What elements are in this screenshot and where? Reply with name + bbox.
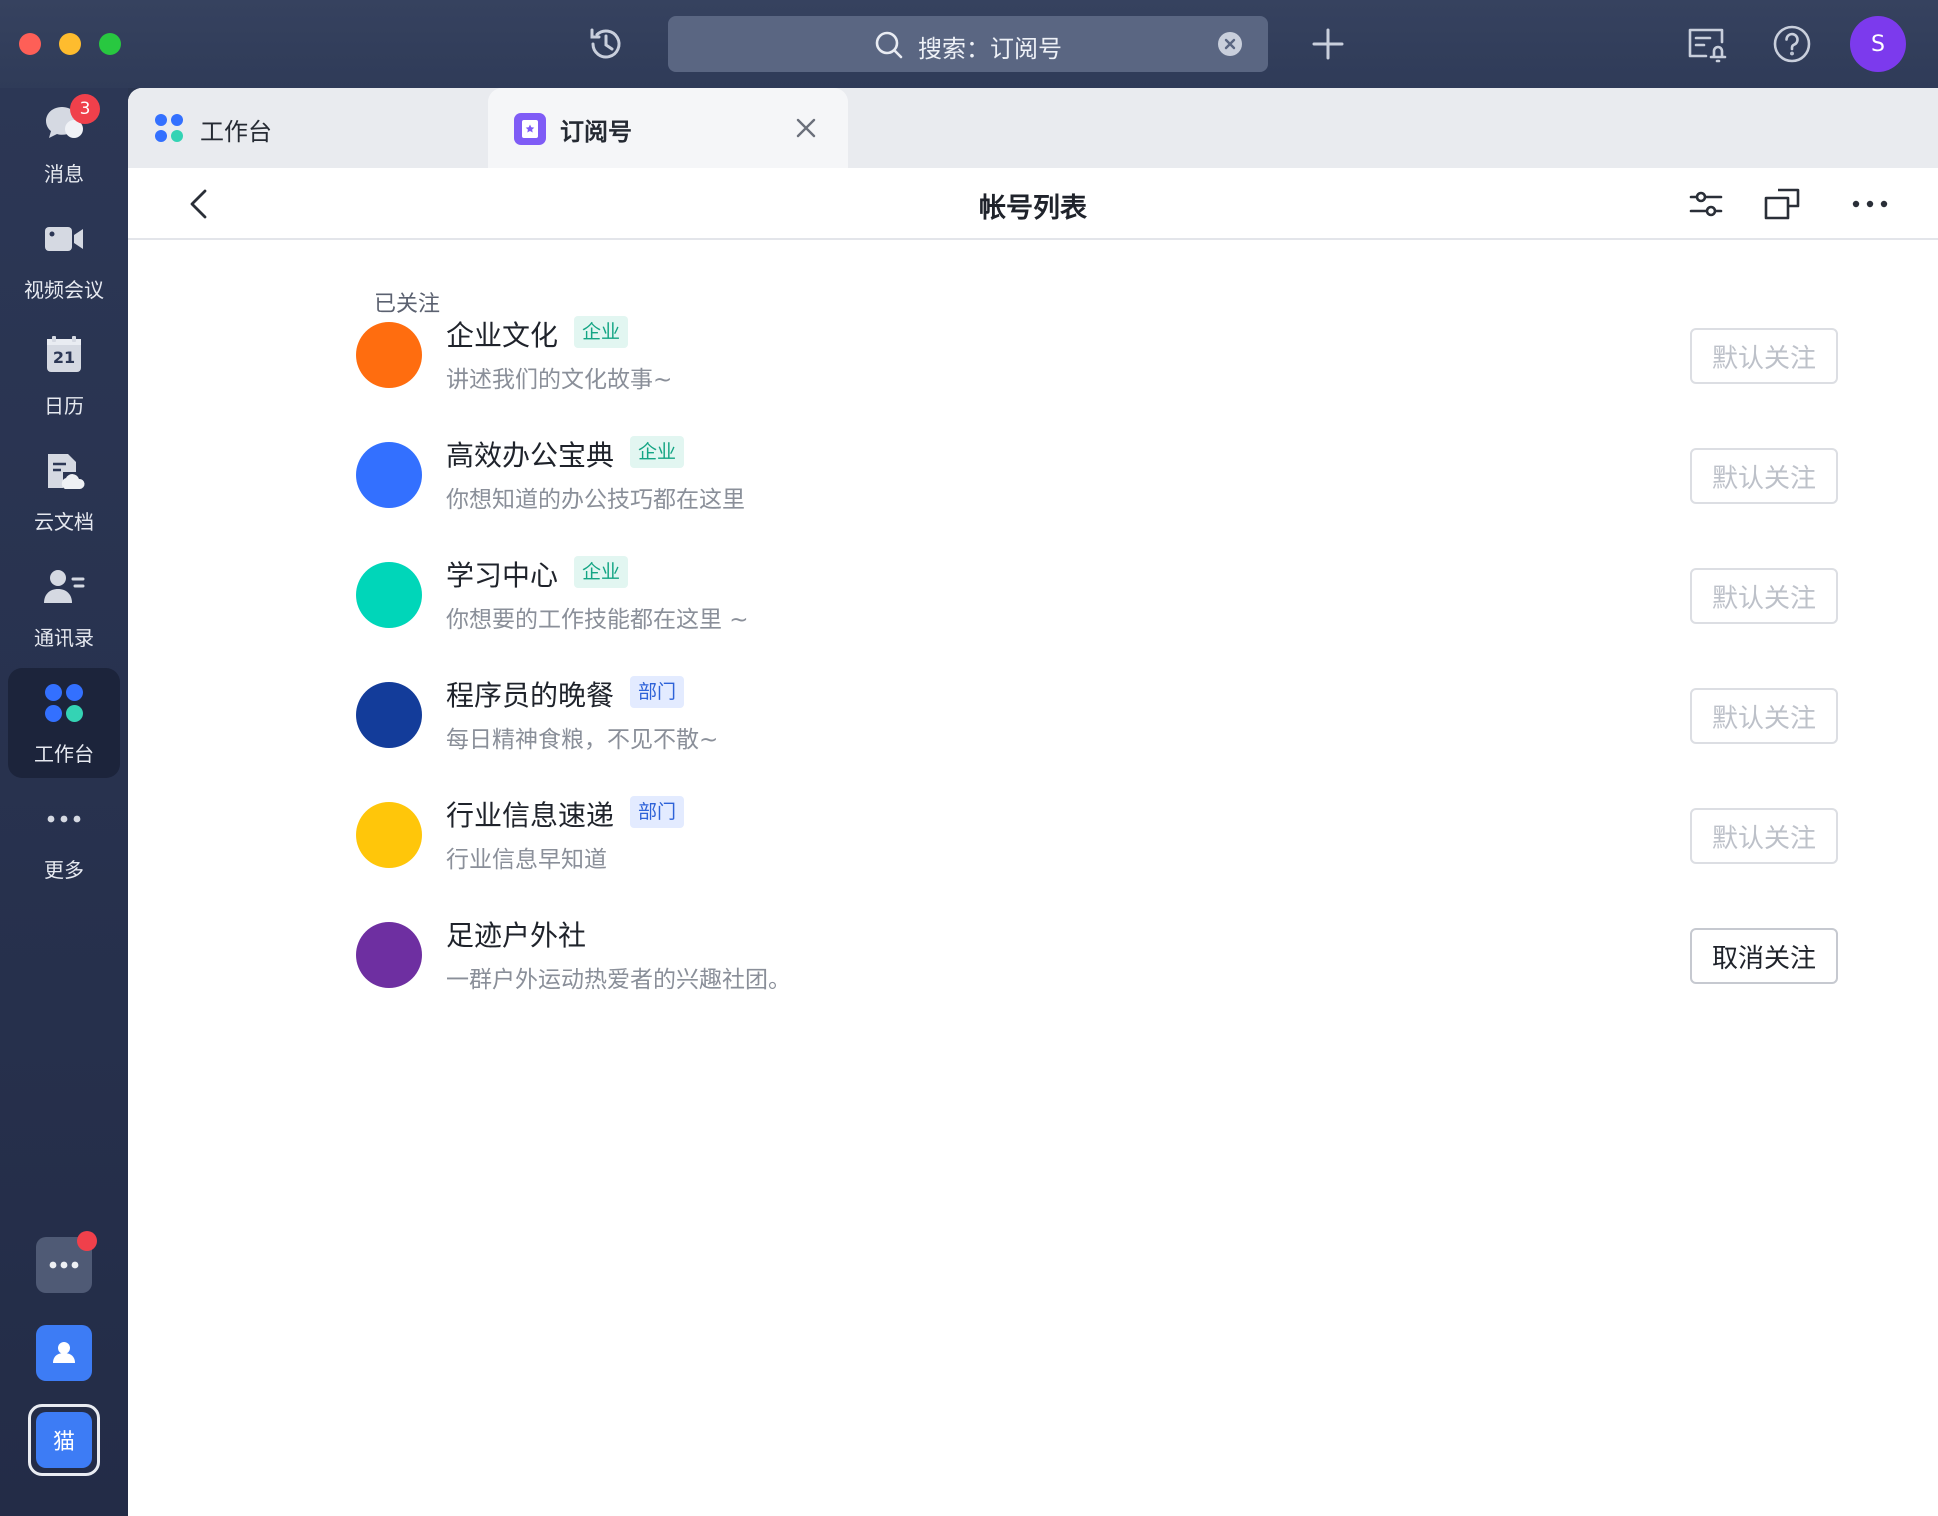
workplace-icon xyxy=(43,682,85,724)
default-follow-button[interactable]: 默认关注 xyxy=(1690,448,1838,504)
list-item[interactable]: 程序员的晚餐 部门每日精神食粮，不见不散~ 默认关注 xyxy=(356,662,1838,758)
tab-bar: 工作台 订阅号 xyxy=(128,88,1938,168)
more-icon[interactable] xyxy=(1850,184,1890,224)
more-horizontal-icon xyxy=(43,798,85,840)
tab-label: 工作台 xyxy=(200,118,272,146)
tab-label: 订阅号 xyxy=(560,118,632,146)
title-bar: 搜索：订阅号 S xyxy=(0,0,1938,88)
account-avatar[interactable] xyxy=(356,802,422,868)
main-window: 工作台 订阅号 帐号列表 已关注 企业文化 企业 讲述我们的文化故事~ 默认关注… xyxy=(128,88,1938,1516)
account-description: 你想要的工作技能都在这里 ~ xyxy=(446,607,749,633)
sidebar-item-workplace[interactable]: 工作台 xyxy=(8,668,120,778)
account-description: 你想知道的办公技巧都在这里 xyxy=(446,487,745,513)
sidebar-item-contacts[interactable]: 通讯录 xyxy=(8,552,120,662)
sidebar-item-label: 消息 xyxy=(44,162,84,186)
list-item[interactable]: 高效办公宝典 企业你想知道的办公技巧都在这里 默认关注 xyxy=(356,422,1838,518)
sidebar-item-label: 日历 xyxy=(44,394,84,418)
account-name[interactable]: 行业信息速递 xyxy=(446,794,614,834)
list-item[interactable]: 学习中心 企业你想要的工作技能都在这里 ~ 默认关注 xyxy=(356,542,1838,638)
window-close-button[interactable] xyxy=(19,33,41,55)
list-item[interactable]: 行业信息速递 部门 行业信息早知道 默认关注 xyxy=(356,782,1838,878)
calendar-date: 21 xyxy=(52,348,76,367)
default-follow-button[interactable]: 默认关注 xyxy=(1690,328,1838,384)
sidebar-item-label: 云文档 xyxy=(34,510,94,534)
account-name[interactable]: 学习中心 xyxy=(446,554,558,594)
account-list-panel: 已关注 企业文化 企业 讲述我们的文化故事~ 默认关注 高效办公宝典 企业 你想知道的办公技… xyxy=(128,240,1938,1516)
workplace-icon xyxy=(154,113,184,143)
default-follow-button[interactable]: 默认关注 xyxy=(1690,688,1838,744)
unread-badge: 3 xyxy=(70,94,100,124)
help-icon[interactable] xyxy=(1770,22,1814,66)
announcement-icon[interactable] xyxy=(1684,22,1728,66)
person-icon xyxy=(53,1342,75,1363)
account-name[interactable]: 足迹户外社 xyxy=(446,914,586,954)
profile-app-button[interactable] xyxy=(36,1325,92,1381)
video-camera-icon xyxy=(43,218,85,260)
account-description: 行业信息早知道 xyxy=(446,847,607,873)
page-toolbar: 帐号列表 xyxy=(128,168,1938,240)
search-query[interactable]: 搜索：订阅号 xyxy=(918,29,1062,64)
sidebar-item-cloud-docs[interactable]: 云文档 xyxy=(8,436,120,546)
account-description: 一群户外运动热爱者的兴趣社团。 xyxy=(446,967,791,993)
sidebar-item-video-meeting[interactable]: 视频会议 xyxy=(8,204,120,314)
app-tile-mao[interactable]: 猫 xyxy=(36,1412,92,1468)
page-title: 帐号列表 xyxy=(979,193,1087,224)
account-avatar[interactable] xyxy=(356,322,422,388)
contacts-icon xyxy=(43,566,85,608)
account-avatar[interactable] xyxy=(356,922,422,988)
account-type-badge: 企业 xyxy=(630,436,685,468)
default-follow-button[interactable]: 默认关注 xyxy=(1690,568,1838,624)
window-minimize-button[interactable] xyxy=(59,33,81,55)
sidebar-item-label: 工作台 xyxy=(34,742,94,766)
sidebar-item-more[interactable]: 更多 xyxy=(8,784,120,894)
default-follow-button[interactable]: 默认关注 xyxy=(1690,808,1838,864)
account-type-badge: 部门 xyxy=(630,796,685,828)
tab-workplace[interactable]: 工作台 xyxy=(128,88,488,168)
cloud-document-icon xyxy=(43,450,85,492)
account-name[interactable]: 程序员的晚餐 xyxy=(446,674,614,714)
sidebar-item-messages[interactable]: 3 消息 xyxy=(8,88,120,198)
account-type-badge: 部门 xyxy=(630,676,685,708)
account-name[interactable]: 企业文化 xyxy=(446,314,558,354)
sidebar-item-calendar[interactable]: 21 日历 xyxy=(8,320,120,430)
account-type-badge: 企业 xyxy=(574,316,629,348)
sidebar-item-label: 视频会议 xyxy=(24,278,104,302)
account-avatar[interactable] xyxy=(356,562,422,628)
window-maximize-button[interactable] xyxy=(99,33,121,55)
sidebar-item-label: 通讯录 xyxy=(34,626,94,650)
account-avatar[interactable] xyxy=(356,442,422,508)
sidebar-item-label: 更多 xyxy=(44,858,84,882)
clear-icon[interactable] xyxy=(1218,32,1242,56)
calendar-icon: 21 xyxy=(43,334,85,376)
plus-icon[interactable] xyxy=(1308,24,1348,64)
account-name[interactable]: 高效办公宝典 xyxy=(446,434,614,474)
close-icon[interactable] xyxy=(792,114,820,142)
user-avatar[interactable]: S xyxy=(1850,16,1906,72)
notification-dot xyxy=(77,1231,97,1251)
account-description: 每日精神食粮，不见不散~ xyxy=(446,727,719,753)
left-sidebar: 3 消息 视频会议 21 日历 云文档 通讯录 工作台 更多 猫 xyxy=(0,88,128,1516)
list-item[interactable]: 企业文化 企业讲述我们的文化故事~ 默认关注 xyxy=(356,302,1838,398)
filter-icon[interactable] xyxy=(1686,184,1726,224)
subscription-icon xyxy=(514,113,546,145)
account-avatar[interactable] xyxy=(356,682,422,748)
account-type-badge: 企业 xyxy=(574,556,629,588)
search-bar[interactable]: 搜索：订阅号 xyxy=(668,16,1268,72)
back-icon[interactable] xyxy=(182,186,218,222)
history-icon[interactable] xyxy=(586,24,626,64)
unfollow-button[interactable]: 取消关注 xyxy=(1690,928,1838,984)
tab-subscriptions[interactable]: 订阅号 xyxy=(488,88,848,168)
list-item[interactable]: 足迹户外社一群户外运动热爱者的兴趣社团。 取消关注 xyxy=(356,902,1838,998)
search-icon xyxy=(874,30,904,60)
account-description: 讲述我们的文化故事~ xyxy=(446,367,673,393)
new-window-icon[interactable] xyxy=(1762,184,1802,224)
